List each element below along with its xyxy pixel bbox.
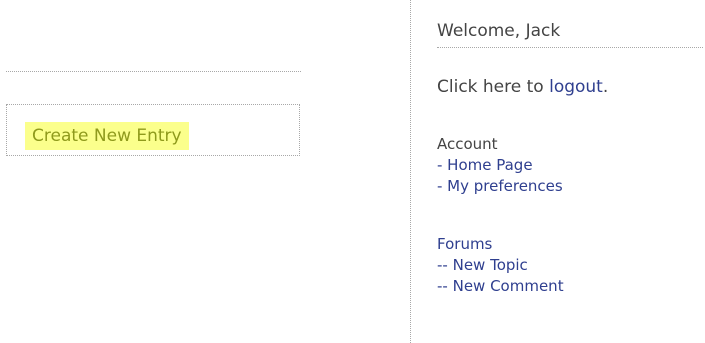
new-topic-link[interactable]: -- New Topic <box>437 255 564 276</box>
logout-suffix-text: . <box>602 77 609 97</box>
main-divider-top <box>6 71 301 72</box>
home-page-link[interactable]: - Home Page <box>437 155 563 176</box>
logout-link[interactable]: logout <box>549 77 603 97</box>
account-heading: Account <box>437 135 498 153</box>
new-comment-link[interactable]: -- New Comment <box>437 276 564 297</box>
create-new-entry-link[interactable]: Create New Entry <box>25 122 189 150</box>
create-entry-box: Create New Entry <box>6 104 300 156</box>
forums-section: Forums -- New Topic -- New Comment <box>437 234 564 297</box>
forums-link[interactable]: Forums <box>437 234 564 255</box>
logout-prefix-text: Click here to <box>437 77 550 97</box>
column-divider <box>410 0 411 343</box>
account-section: Account - Home Page - My preferences <box>437 134 563 197</box>
welcome-divider <box>437 47 703 48</box>
my-preferences-link[interactable]: - My preferences <box>437 176 563 197</box>
logout-line: Click here to logout. <box>437 76 608 98</box>
welcome-message: Welcome, Jack <box>437 21 561 41</box>
